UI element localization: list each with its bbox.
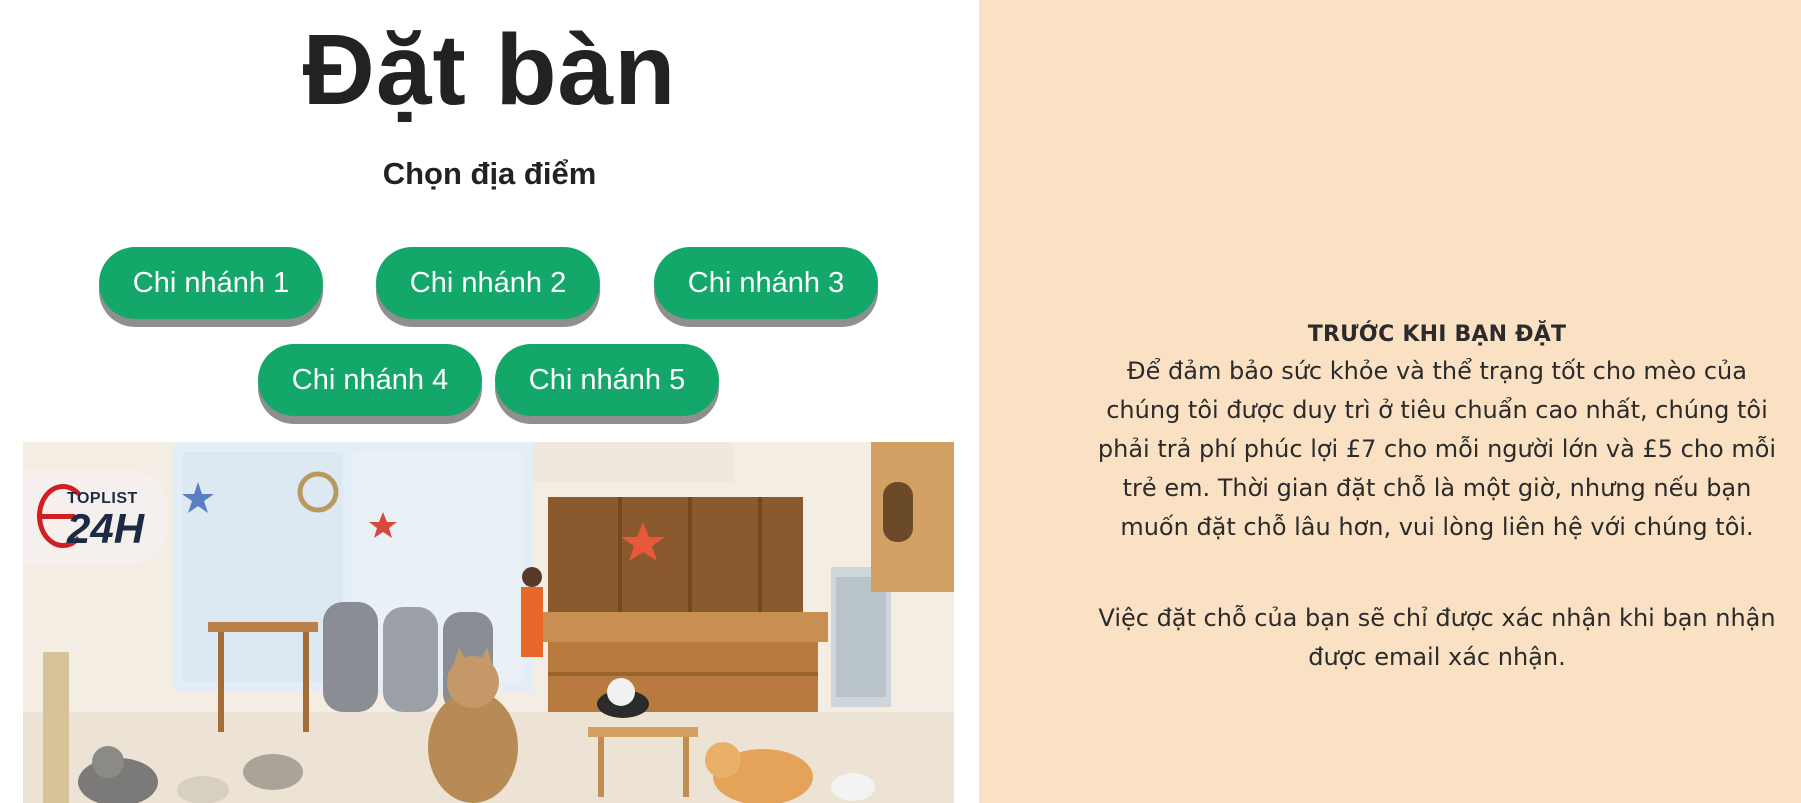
booking-panel: Đặt bàn Chọn địa điểm Chi nhánh 1 Chi nh… — [0, 0, 979, 803]
page-title: Đặt bàn — [302, 14, 677, 126]
cat-cafe-photo: TOPLIST 24H — [23, 442, 954, 803]
logo-main-text: 24H — [67, 505, 145, 552]
booking-notice: TRƯỚC KHI BẠN ĐẶT Để đảm bảo sức khỏe và… — [1097, 318, 1777, 677]
branch-3-button[interactable]: Chi nhánh 3 — [654, 247, 878, 319]
branch-5-button[interactable]: Chi nhánh 5 — [495, 344, 719, 416]
notice-paragraph-confirmation: Việc đặt chỗ của bạn sẽ chỉ được xác nhậ… — [1098, 604, 1776, 671]
branch-1-button[interactable]: Chi nhánh 1 — [99, 247, 323, 319]
branch-2-button[interactable]: Chi nhánh 2 — [376, 247, 600, 319]
notice-heading: TRƯỚC KHI BẠN ĐẶT — [1307, 322, 1567, 347]
branch-4-button[interactable]: Chi nhánh 4 — [258, 344, 482, 416]
notice-paragraph-fee: Để đảm bảo sức khỏe và thể trạng tốt cho… — [1097, 357, 1777, 541]
location-subtitle: Chọn địa điểm — [382, 156, 597, 191]
toplist-logo: TOPLIST 24H — [23, 470, 168, 565]
